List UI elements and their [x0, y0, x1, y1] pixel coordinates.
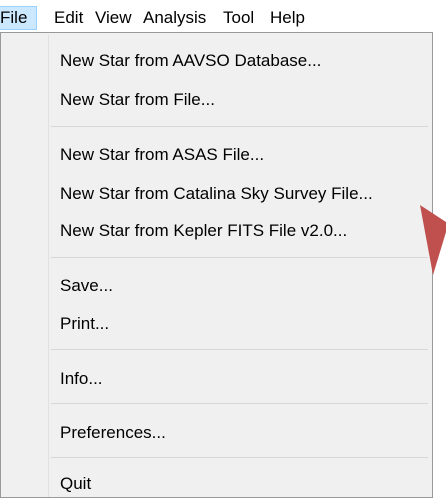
- menu-item-preferences[interactable]: Preferences...: [4, 418, 428, 448]
- menu-separator: [51, 349, 428, 350]
- menu-edit[interactable]: Edit: [54, 6, 83, 30]
- menu-item-quit[interactable]: Quit: [4, 469, 428, 498]
- menu-item-info[interactable]: Info...: [4, 364, 428, 394]
- menu-item-print[interactable]: Print...: [4, 309, 428, 339]
- menu-item-new-star-file[interactable]: New Star from File...: [4, 85, 428, 115]
- menu-item-new-star-kepler[interactable]: New Star from Kepler FITS File v2.0...: [4, 216, 428, 246]
- application-window: File Edit View Analysis Tool Help New St…: [0, 0, 446, 498]
- menu-item-new-star-aavso[interactable]: New Star from AAVSO Database...: [4, 46, 428, 76]
- menu-item-new-star-catalina[interactable]: New Star from Catalina Sky Survey File..…: [4, 179, 428, 209]
- menu-help[interactable]: Help: [270, 6, 305, 30]
- menu-analysis[interactable]: Analysis: [143, 6, 206, 30]
- file-menu-dropdown: New Star from AAVSO Database... New Star…: [0, 32, 433, 498]
- menu-item-save[interactable]: Save...: [4, 271, 428, 301]
- menu-separator: [51, 457, 428, 458]
- menu-item-new-star-asas[interactable]: New Star from ASAS File...: [4, 140, 428, 170]
- menu-separator: [51, 257, 428, 258]
- menu-tool[interactable]: Tool: [223, 6, 254, 30]
- menu-file[interactable]: File: [0, 6, 37, 30]
- menu-separator: [51, 403, 428, 404]
- menu-bar: File Edit View Analysis Tool Help: [0, 0, 446, 32]
- menu-view[interactable]: View: [95, 6, 132, 30]
- menu-separator: [51, 126, 428, 127]
